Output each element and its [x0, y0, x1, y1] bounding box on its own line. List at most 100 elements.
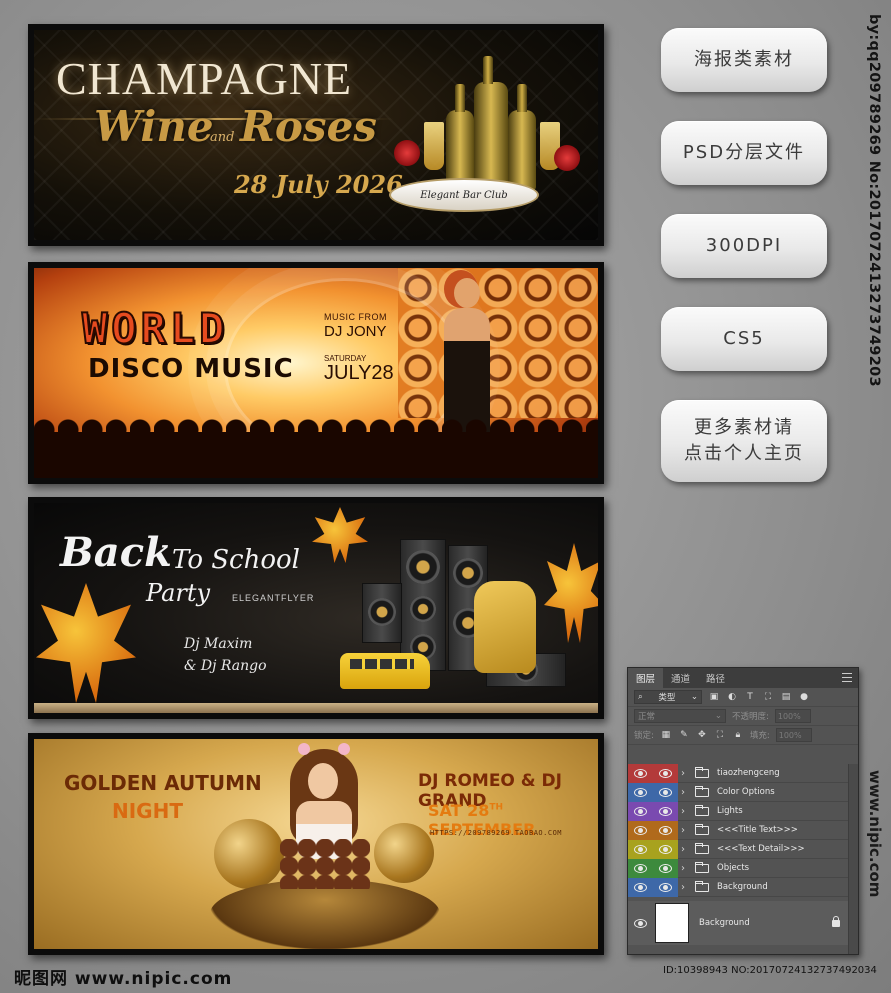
- figure-head: [454, 278, 480, 308]
- visibility-cell[interactable]: [628, 839, 653, 859]
- folder-icon: [695, 823, 709, 835]
- golden-sphere: [214, 819, 284, 889]
- visibility-cell[interactable]: [628, 820, 653, 840]
- visibility-cell[interactable]: [628, 914, 653, 933]
- fill-label: 填充:: [749, 731, 770, 741]
- chevron-right-icon[interactable]: ›: [681, 882, 691, 893]
- eye-icon[interactable]: [634, 882, 647, 892]
- dj-line-2: & Dj Rango: [184, 658, 267, 674]
- layer-name: Objects: [717, 863, 750, 873]
- lock-position-icon[interactable]: ✥: [696, 729, 708, 741]
- eye-icon[interactable]: [634, 825, 647, 835]
- eye-icon[interactable]: [634, 768, 647, 778]
- tab-channels[interactable]: 通道: [663, 668, 698, 688]
- chevron-right-icon[interactable]: ›: [681, 806, 691, 817]
- layer-row[interactable]: › Color Options: [628, 782, 848, 802]
- filter-kind-select[interactable]: ⌕ 类型 ⌄: [634, 690, 702, 704]
- layer-name: <<<Text Detail>>>: [717, 844, 805, 854]
- dpi-button[interactable]: 300DPI: [661, 214, 827, 278]
- layers-panel: 图层 通道 路径 ⌕ 类型 ⌄ ▣ ◐ T ⛶ ▤ ● 正常 ⌄ 不透明度: 1…: [627, 667, 859, 955]
- layer-row[interactable]: › <<<Title Text>>>: [628, 820, 848, 840]
- folder-icon: [695, 861, 709, 873]
- eye-icon[interactable]: [634, 918, 647, 928]
- eye-icon[interactable]: [634, 806, 647, 816]
- autumn-banner: GOLDEN AUTUMN NIGHT DJ ROMEO & DJ GRAND …: [28, 733, 604, 955]
- champagne-title: CHAMPAGNE: [56, 53, 353, 104]
- lock-transparency-icon[interactable]: ▦: [660, 729, 672, 741]
- chevron-right-icon[interactable]: ›: [681, 768, 691, 779]
- champagne-banner-art: CHAMPAGNE Wine and Roses 28 July 2026 El…: [34, 30, 598, 240]
- eye-icon[interactable]: [634, 844, 647, 854]
- maple-leaf: [544, 543, 598, 643]
- layer-row[interactable]: › tiaozhengceng: [628, 763, 848, 783]
- chevron-right-icon[interactable]: ›: [681, 844, 691, 855]
- champagne-bottle: [474, 56, 508, 190]
- eye-icon: [659, 768, 672, 778]
- chevron-down-icon: ⌄: [690, 692, 698, 702]
- more-materials-button[interactable]: 更多素材请 点击个人主页: [661, 400, 827, 482]
- layer-name: Lights: [717, 806, 743, 816]
- layer-row[interactable]: › Objects: [628, 858, 848, 878]
- lock-label: 锁定:: [634, 731, 654, 741]
- layer-name: Background: [699, 918, 750, 928]
- filter-toggle-icon[interactable]: ●: [798, 691, 810, 703]
- opacity-field[interactable]: 100%: [774, 709, 811, 723]
- folder-icon: [695, 880, 709, 892]
- date-prefix: SAT 28: [428, 801, 490, 820]
- champagne-glass: [424, 122, 444, 170]
- eye-icon: [659, 882, 672, 892]
- search-icon: ⌕: [638, 692, 643, 702]
- tab-layers[interactable]: 图层: [628, 668, 664, 688]
- panel-menu-icon[interactable]: [842, 673, 852, 682]
- blend-mode-select[interactable]: 正常 ⌄: [634, 709, 726, 723]
- visibility-cell[interactable]: [628, 858, 653, 878]
- chevron-right-icon[interactable]: ›: [681, 787, 691, 798]
- eye-icon: [659, 806, 672, 816]
- speaker-cone: [410, 596, 436, 622]
- visibility-cell[interactable]: [628, 782, 653, 802]
- lock-artboard-icon[interactable]: ⛶: [714, 729, 726, 741]
- layer-color-chip: [653, 877, 678, 897]
- adjustment-filter-icon[interactable]: ◐: [726, 691, 738, 703]
- tab-paths[interactable]: 路径: [698, 668, 733, 688]
- school-banner: Back To School Party ELEGANTFLYER Dj Max…: [28, 497, 604, 719]
- disco-music-text: DISCO MUSIC: [88, 354, 294, 384]
- cs5-button[interactable]: CS5: [661, 307, 827, 371]
- eye-icon: [659, 787, 672, 797]
- eye-icon[interactable]: [634, 863, 647, 873]
- background-layer-row[interactable]: Background: [628, 901, 848, 945]
- ribbon-text: Elegant Bar Club: [420, 189, 508, 201]
- layer-color-chip: [653, 858, 678, 878]
- grapes: [280, 839, 370, 889]
- smart-object-filter-icon[interactable]: ▤: [780, 691, 792, 703]
- more-materials-line-2: 点击个人主页: [684, 443, 804, 464]
- lock-all-icon[interactable]: 🔒︎: [732, 729, 744, 741]
- disco-banner-art: WORLD DISCO MUSIC MUSIC FROM DJ JONY SAT…: [34, 268, 598, 478]
- visibility-cell[interactable]: [628, 801, 653, 821]
- layer-color-chip: [653, 820, 678, 840]
- type-filter-icon[interactable]: T: [744, 691, 756, 703]
- chevron-right-icon[interactable]: ›: [681, 863, 691, 874]
- layer-row[interactable]: › Background: [628, 877, 848, 897]
- vertical-site-watermark: www.nipic.com: [866, 770, 884, 898]
- opacity-label: 不透明度:: [732, 712, 769, 722]
- poster-material-button[interactable]: 海报类素材: [661, 28, 827, 92]
- fill-field[interactable]: 100%: [775, 728, 812, 742]
- layers-scrollbar[interactable]: [848, 764, 858, 954]
- maple-leaf: [36, 583, 136, 703]
- vertical-watermark: by:qq209789269 No:20170724132737492034: [866, 14, 882, 386]
- eye-icon[interactable]: [634, 787, 647, 797]
- layer-color-chip: [653, 782, 678, 802]
- date-sup: TH: [489, 802, 504, 813]
- visibility-cell[interactable]: [628, 763, 653, 783]
- pixel-filter-icon[interactable]: ▣: [708, 691, 720, 703]
- psd-layered-file-button[interactable]: PSD分层文件: [661, 121, 827, 185]
- shape-filter-icon[interactable]: ⛶: [762, 691, 774, 703]
- layer-row[interactable]: › Lights: [628, 801, 848, 821]
- visibility-cell[interactable]: [628, 877, 653, 897]
- folder-icon: [695, 766, 709, 778]
- lock-pixels-icon[interactable]: ✎: [678, 729, 690, 741]
- model-face: [308, 763, 338, 799]
- layer-row[interactable]: › <<<Text Detail>>>: [628, 839, 848, 859]
- chevron-right-icon[interactable]: ›: [681, 825, 691, 836]
